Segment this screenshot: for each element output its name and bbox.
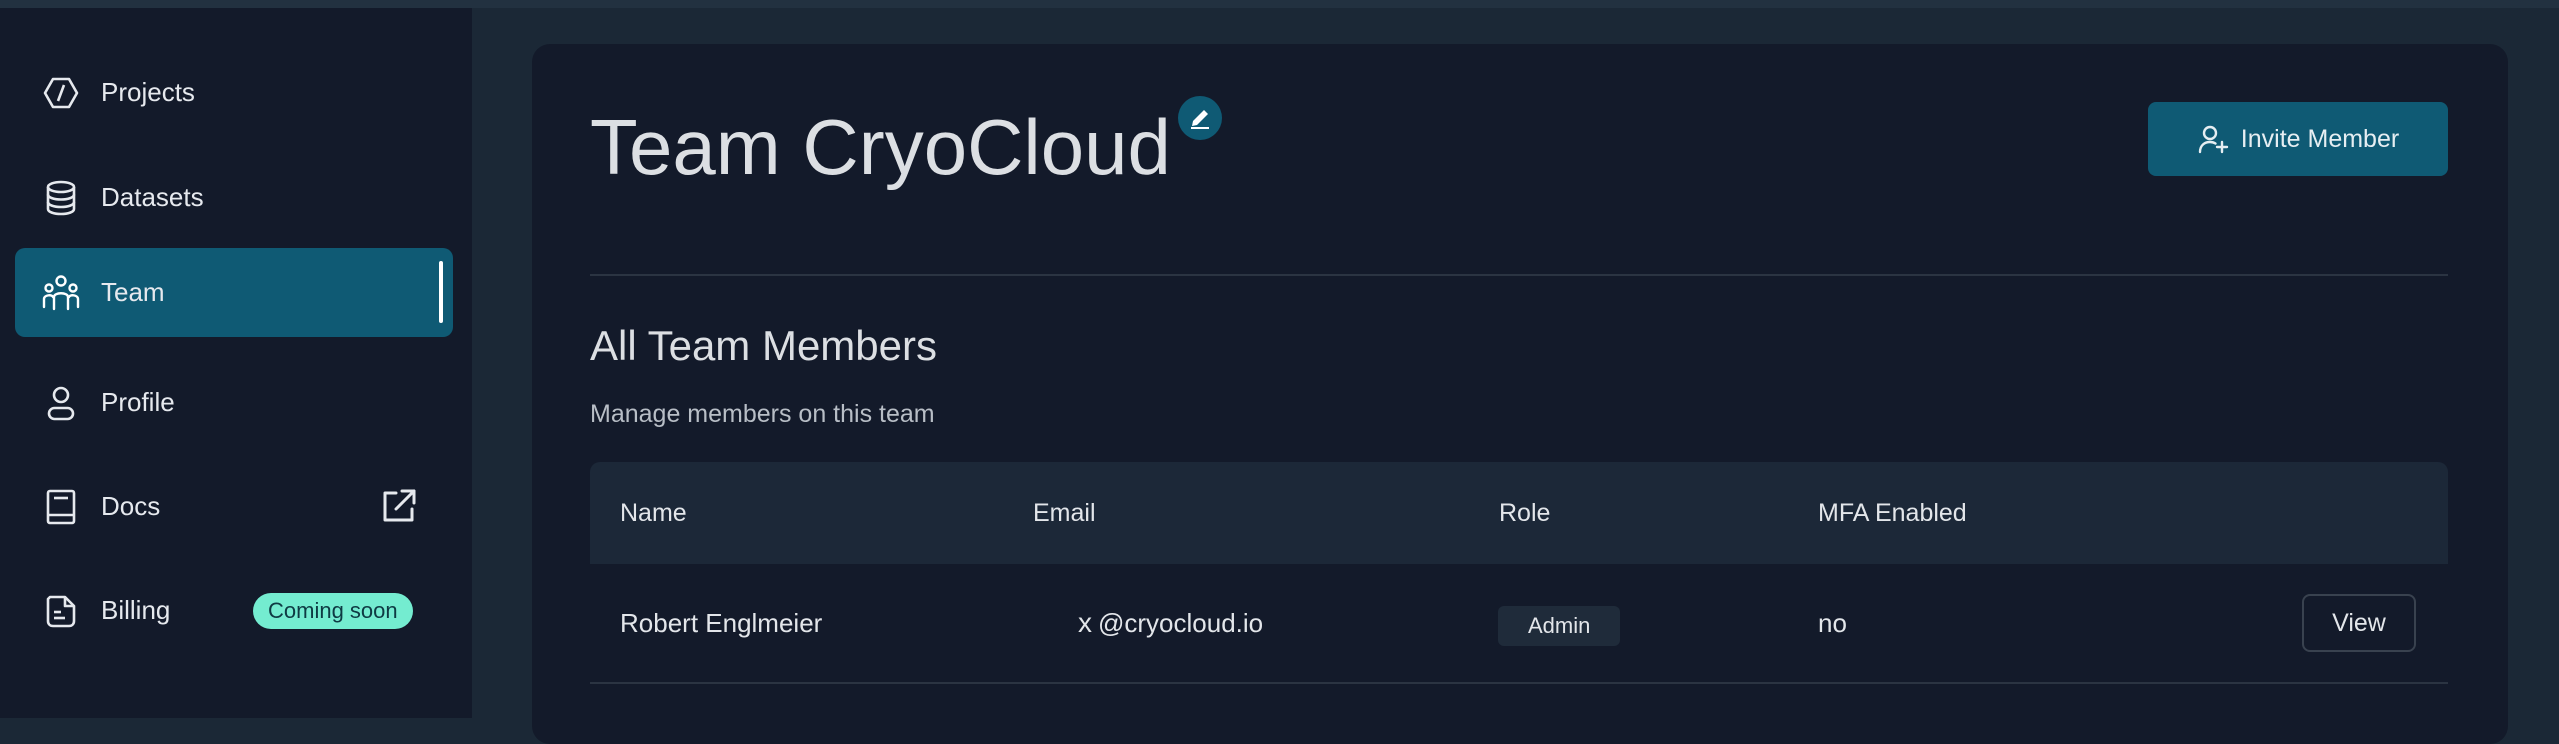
book-icon [41,487,81,527]
mfa-status: no [1818,608,1847,638]
sidebar-item-billing[interactable]: Billing Coming soon [15,566,453,655]
divider [590,274,2448,276]
view-member-button[interactable]: View [2302,594,2416,652]
section-subtitle: Manage members on this team [590,400,935,428]
active-indicator [439,261,443,323]
external-link-icon[interactable] [379,486,419,526]
sidebar-item-projects[interactable]: Projects [15,48,453,137]
pencil-icon [1191,110,1209,129]
column-header-name: Name [620,499,687,527]
invite-member-label: Invite Member [2240,124,2400,153]
role-badge: Admin [1498,606,1621,646]
sidebar-item-label: Profile [101,387,175,417]
page-title: Team CryoCloud [590,103,1171,191]
sidebar-item-label: Billing [101,595,171,625]
member-email: x @cryocloud.io [1078,564,1263,682]
members-table: Name Email Role MFA Enabled Robert Englm… [590,462,2448,684]
invite-member-button[interactable]: Invite Member [2148,102,2448,176]
user-plus-icon [2198,125,2228,154]
user-icon [41,383,81,423]
sidebar-item-label: Docs [101,491,161,521]
billing-icon [41,591,81,631]
email-domain: @cryocloud.io [1098,608,1264,638]
coming-soon-badge: Coming soon [253,593,413,629]
member-name: Robert Englmeier [620,608,823,638]
column-header-mfa: MFA Enabled [1818,499,1967,527]
sidebar-item-datasets[interactable]: Datasets [15,153,453,242]
sidebar-item-label: Team [101,277,165,307]
sidebar-item-team[interactable]: Team [15,248,453,337]
edit-team-name-button[interactable] [1178,96,1222,140]
column-header-role: Role [1499,499,1551,527]
sidebar: Projects Datasets Team Profile Docs Bill… [0,8,472,718]
column-header-email: Email [1033,499,1096,527]
sidebar-item-profile[interactable]: Profile [15,358,453,447]
projects-icon [41,73,81,113]
top-strip [0,0,2559,8]
sidebar-item-label: Datasets [101,182,204,212]
section-title: All Team Members [590,322,937,369]
team-icon [41,273,81,313]
database-icon [41,178,81,218]
email-prefix: x [1078,607,1092,638]
team-panel: Team CryoCloud Invite Member All Team Me… [532,44,2508,744]
table-header: Name Email Role MFA Enabled [590,462,2448,564]
sidebar-item-label: Projects [101,77,195,107]
table-row: Robert Englmeier x @cryocloud.io Admin no… [590,564,2448,684]
sidebar-item-docs[interactable]: Docs [15,462,453,551]
